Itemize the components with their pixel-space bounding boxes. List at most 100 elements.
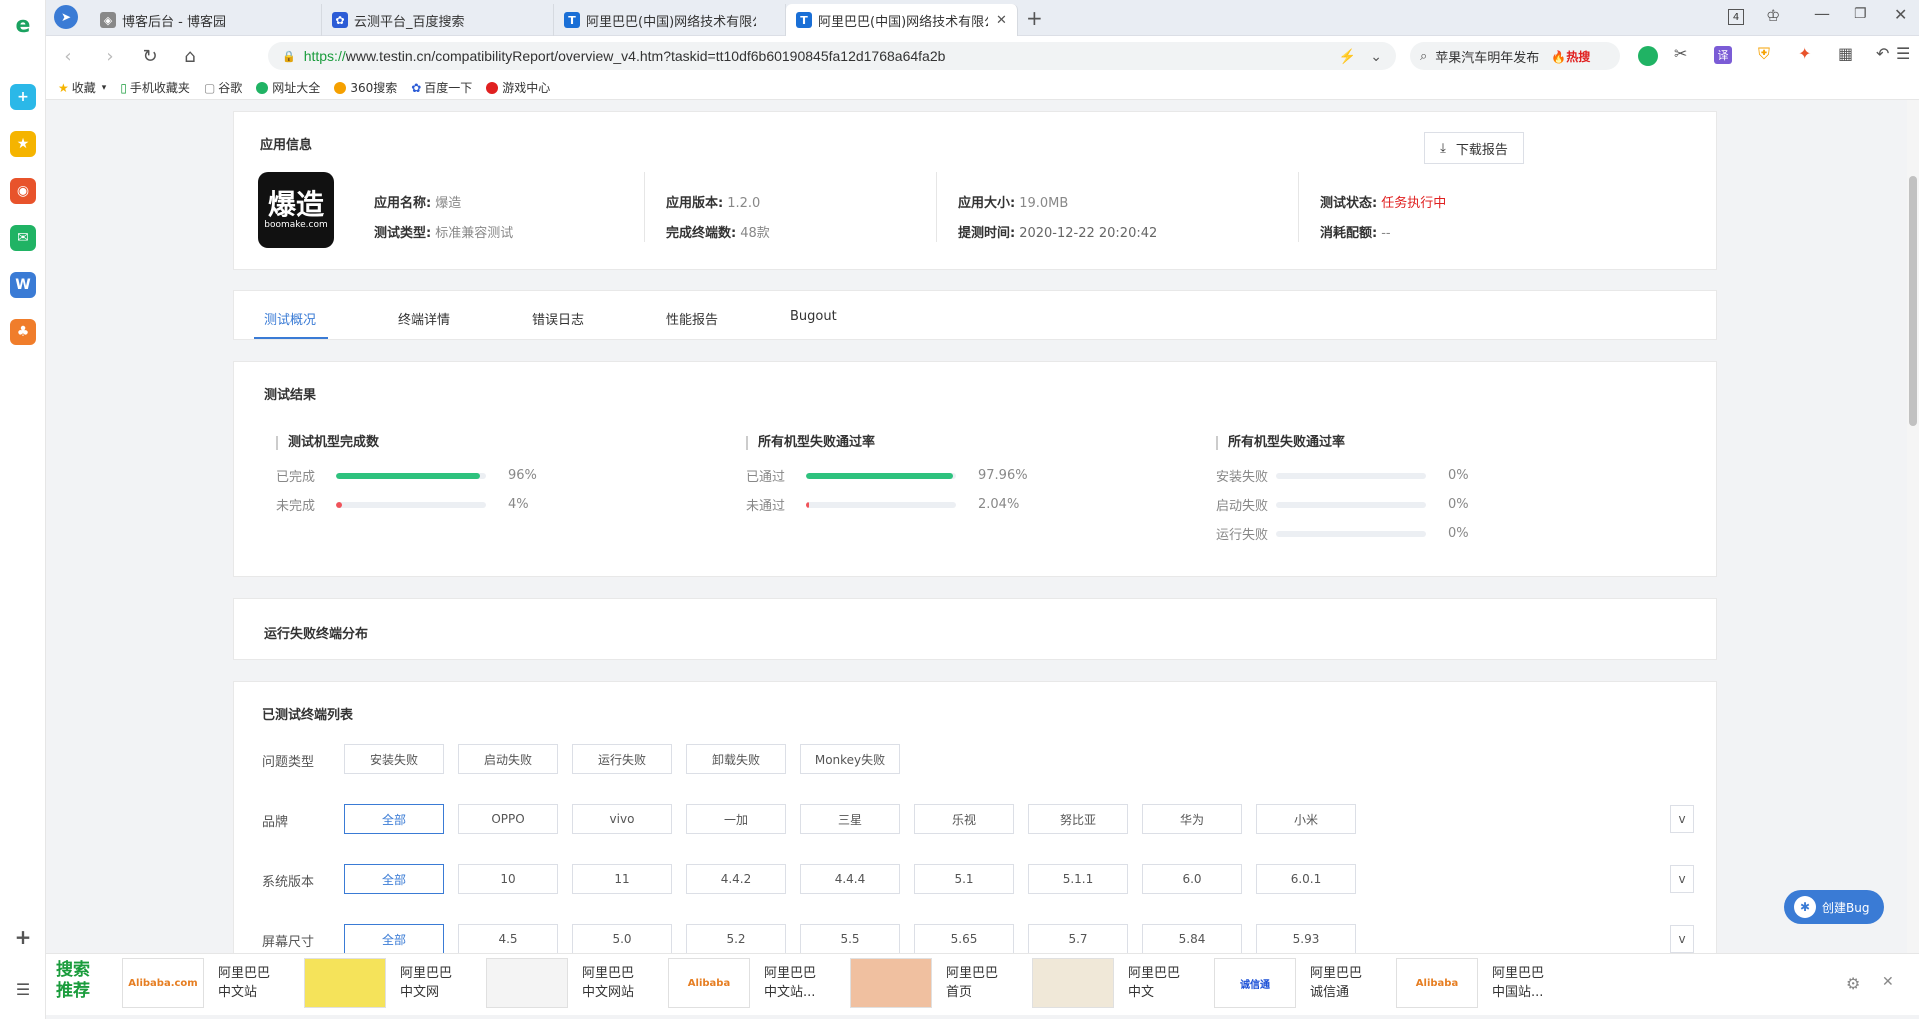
minimize-icon[interactable]: — bbox=[1814, 4, 1830, 23]
recommend-item[interactable]: Alibaba 阿里巴巴 中国站... bbox=[1396, 958, 1572, 1008]
tab-blog[interactable]: ◈ 博客后台 - 博客园 bbox=[90, 4, 322, 36]
filter-option[interactable]: 小米 bbox=[1256, 804, 1356, 834]
filter-option[interactable]: 全部 bbox=[344, 804, 444, 834]
close-tab-icon[interactable]: ✕ bbox=[996, 13, 1007, 28]
recommend-item[interactable]: 阿里巴巴 中文网 bbox=[304, 958, 480, 1008]
tab-alibaba-1[interactable]: T 阿里巴巴(中国)网络技术有限公司 bbox=[554, 4, 786, 36]
filter-option[interactable]: 5.1 bbox=[914, 864, 1014, 894]
filter-option[interactable]: 5.2 bbox=[686, 924, 786, 954]
filter-option[interactable]: 4.4.4 bbox=[800, 864, 900, 894]
filter-option[interactable]: 5.65 bbox=[914, 924, 1014, 954]
recommend-item[interactable]: Alibaba.com 阿里巴巴 中文站 bbox=[122, 958, 298, 1008]
filter-option[interactable]: vivo bbox=[572, 804, 672, 834]
restore-icon[interactable]: ❐ bbox=[1854, 6, 1867, 22]
close-recommend-icon[interactable]: ✕ bbox=[1882, 974, 1894, 990]
filter-option[interactable]: 华为 bbox=[1142, 804, 1242, 834]
filter-option[interactable]: 一加 bbox=[686, 804, 786, 834]
bookmark-mobile[interactable]: ▯ 手机收藏夹 bbox=[120, 79, 190, 96]
page-scrollbar[interactable] bbox=[1907, 100, 1919, 953]
browser-logo-icon[interactable]: e bbox=[10, 12, 36, 38]
shirt-icon[interactable]: ♔ bbox=[1766, 6, 1780, 25]
bolt-icon[interactable]: ⚡ bbox=[1339, 48, 1356, 65]
home-icon[interactable]: ⌂ bbox=[178, 44, 202, 68]
window-close-icon[interactable]: ✕ bbox=[1894, 5, 1907, 24]
filter-option[interactable]: 运行失败 bbox=[572, 744, 672, 774]
filter-option[interactable]: 5.93 bbox=[1256, 924, 1356, 954]
new-tab-icon[interactable]: + bbox=[1026, 6, 1043, 30]
filter-option[interactable]: 4.4.2 bbox=[686, 864, 786, 894]
bookmark-favorites[interactable]: ★ 收藏 ▾ bbox=[58, 79, 106, 96]
doc-app-icon[interactable]: W bbox=[10, 272, 36, 298]
filter-option[interactable]: 6.0.1 bbox=[1256, 864, 1356, 894]
tab-count-badge[interactable]: 4 bbox=[1728, 9, 1744, 25]
gamepad-icon[interactable]: ✦ bbox=[1798, 44, 1811, 63]
shield-icon[interactable]: ⛨ bbox=[1758, 44, 1770, 64]
scrollbar-thumb[interactable] bbox=[1909, 176, 1917, 426]
settings-icon[interactable]: ⚙ bbox=[1846, 974, 1860, 993]
undo-icon[interactable]: ↶ bbox=[1876, 44, 1889, 63]
filter-option[interactable]: 10 bbox=[458, 864, 558, 894]
filter-option[interactable]: 努比亚 bbox=[1028, 804, 1128, 834]
result-group-title: 测试机型完成数 bbox=[276, 436, 379, 450]
filter-option[interactable]: 启动失败 bbox=[458, 744, 558, 774]
filter-option[interactable]: 5.1.1 bbox=[1028, 864, 1128, 894]
filter-option[interactable]: OPPO bbox=[458, 804, 558, 834]
tab-performance[interactable]: 性能报告 bbox=[666, 309, 718, 328]
filter-option[interactable]: 5.84 bbox=[1142, 924, 1242, 954]
translate-icon[interactable]: 译 bbox=[1714, 46, 1732, 64]
filter-option[interactable]: 卸载失败 bbox=[686, 744, 786, 774]
chevron-down-icon[interactable]: ⌄ bbox=[1370, 48, 1382, 65]
expand-filter-button[interactable]: v bbox=[1670, 865, 1694, 893]
tab-alibaba-2[interactable]: T 阿里巴巴(中国)网络技术有限公司 ✕ bbox=[786, 4, 1018, 36]
recommend-item[interactable]: 阿里巴巴 中文 bbox=[1032, 958, 1208, 1008]
filter-option[interactable]: 5.5 bbox=[800, 924, 900, 954]
grid-icon[interactable]: ▦ bbox=[1838, 44, 1853, 63]
location-icon[interactable]: ➤ bbox=[54, 5, 78, 29]
tab-error-log[interactable]: 错误日志 bbox=[532, 309, 584, 328]
bookmark-baidu[interactable]: ✿ 百度一下 bbox=[411, 79, 472, 96]
bookmark-google[interactable]: ▢ 谷歌 bbox=[204, 79, 242, 96]
reload-icon[interactable]: ↻ bbox=[138, 44, 162, 68]
star-app-icon[interactable]: ★ bbox=[10, 131, 36, 157]
bookmark-games[interactable]: 游戏中心 bbox=[486, 79, 550, 96]
tab-bugout[interactable]: Bugout bbox=[790, 309, 837, 324]
list-menu-icon[interactable]: ☰ bbox=[10, 976, 36, 1002]
filter-option[interactable]: 全部 bbox=[344, 924, 444, 954]
mail-app-icon[interactable]: ✉ bbox=[10, 225, 36, 251]
scissors-icon[interactable]: ✂ bbox=[1674, 44, 1687, 63]
recommend-item[interactable]: Alibaba 阿里巴巴 中文站... bbox=[668, 958, 844, 1008]
filter-option[interactable]: 安装失败 bbox=[344, 744, 444, 774]
tab-device-details[interactable]: 终端详情 bbox=[398, 309, 450, 328]
filter-option[interactable]: 6.0 bbox=[1142, 864, 1242, 894]
recommend-item[interactable]: 阿里巴巴 首页 bbox=[850, 958, 1026, 1008]
tab-baidu[interactable]: ✿ 云测平台_百度搜索 bbox=[322, 4, 554, 36]
add-sidebar-icon[interactable]: + bbox=[10, 924, 36, 950]
back-icon[interactable]: ‹ bbox=[56, 44, 80, 68]
recommend-item[interactable]: 诚信通 阿里巴巴 诚信通 bbox=[1214, 958, 1390, 1008]
filter-option[interactable]: 三星 bbox=[800, 804, 900, 834]
filter-option[interactable]: 5.7 bbox=[1028, 924, 1128, 954]
recommend-item[interactable]: 阿里巴巴 中文网站 bbox=[486, 958, 662, 1008]
filter-option[interactable]: 4.5 bbox=[458, 924, 558, 954]
download-report-button[interactable]: ⤓ 下载报告 bbox=[1424, 132, 1524, 164]
expand-filter-button[interactable]: v bbox=[1670, 805, 1694, 833]
game-app-icon[interactable]: ♣ bbox=[10, 319, 36, 345]
menu-icon[interactable]: ☰ bbox=[1896, 44, 1910, 63]
search-input[interactable]: ⌕ 苹果汽车明年发布 🔥热搜 bbox=[1410, 42, 1620, 70]
wechat-icon[interactable] bbox=[1638, 46, 1658, 66]
plus-app-icon[interactable]: + bbox=[10, 84, 36, 110]
filter-option[interactable]: 5.0 bbox=[572, 924, 672, 954]
url-input[interactable]: 🔒 https://www.testin.cn/compatibilityRep… bbox=[268, 42, 1396, 70]
bookmark-hao[interactable]: 网址大全 bbox=[256, 79, 320, 96]
filter-option[interactable]: 11 bbox=[572, 864, 672, 894]
weibo-app-icon[interactable]: ◉ bbox=[10, 178, 36, 204]
create-bug-button[interactable]: ✱ 创建Bug bbox=[1784, 890, 1884, 924]
filter-option[interactable]: 全部 bbox=[344, 864, 444, 894]
result-percent: 0% bbox=[1448, 468, 1469, 483]
filter-option[interactable]: Monkey失败 bbox=[800, 744, 900, 774]
filter-option[interactable]: 乐视 bbox=[914, 804, 1014, 834]
expand-filter-button[interactable]: v bbox=[1670, 925, 1694, 953]
forward-icon[interactable]: › bbox=[98, 44, 122, 68]
tab-overview[interactable]: 测试概况 bbox=[264, 309, 316, 328]
bookmark-360[interactable]: 360搜索 bbox=[334, 79, 397, 96]
